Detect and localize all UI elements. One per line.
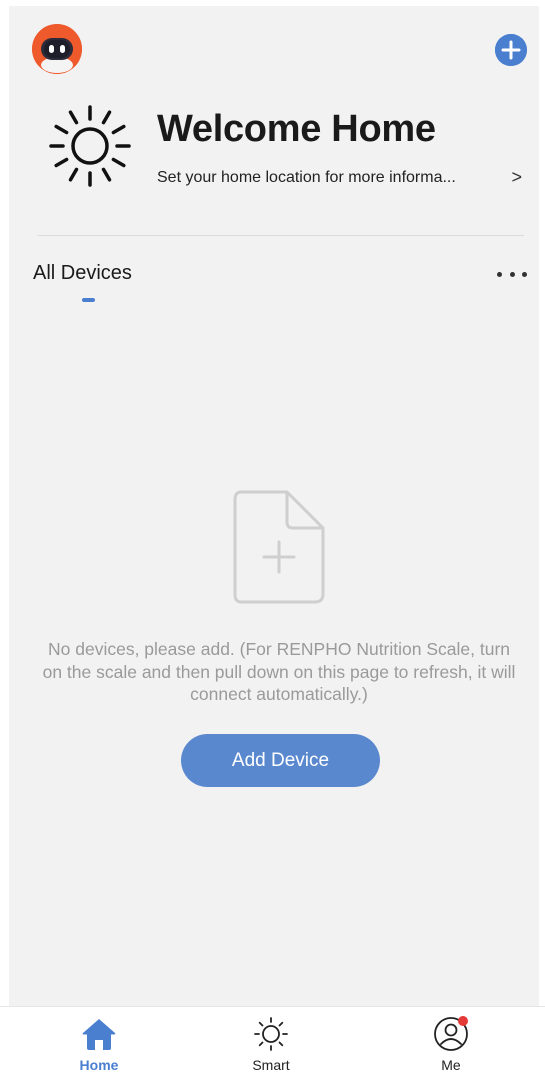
divider	[37, 235, 524, 236]
home-location-text: Set your home location for more informa.…	[157, 168, 456, 186]
robot-avatar-icon[interactable]	[32, 24, 82, 74]
add-button[interactable]	[495, 34, 527, 66]
tab-smart-label: Smart	[252, 1057, 290, 1073]
home-location-link[interactable]: Set your home location for more informa.…	[157, 167, 522, 188]
sun-icon	[254, 1017, 288, 1051]
more-dot	[509, 271, 515, 277]
welcome-title: Welcome Home	[157, 108, 436, 150]
sun-icon	[49, 105, 131, 187]
add-device-button[interactable]: Add Device	[181, 734, 380, 787]
plus-circle-icon	[495, 34, 527, 66]
home-icon	[82, 1019, 116, 1050]
user-icon	[434, 1016, 468, 1051]
more-horizontal-icon[interactable]	[497, 264, 527, 284]
notification-badge	[458, 1016, 468, 1026]
more-dot	[497, 271, 502, 277]
bottom-tab-bar: Home Smart Me	[0, 1006, 545, 1074]
tab-home[interactable]: Home	[44, 1007, 154, 1075]
tab-all-devices[interactable]: All Devices	[33, 262, 132, 285]
home-screen: Welcome Home Set your home location for …	[9, 6, 539, 1006]
tab-home-label: Home	[79, 1057, 119, 1073]
tab-me[interactable]: Me	[396, 1007, 506, 1075]
empty-file-add-icon	[233, 490, 325, 604]
chevron-right-icon: >	[511, 167, 522, 187]
tab-me-label: Me	[441, 1057, 461, 1073]
tab-smart[interactable]: Smart	[216, 1007, 326, 1075]
active-tab-indicator	[82, 298, 95, 302]
more-dot	[522, 271, 527, 277]
empty-state-message: No devices, please add. (For RENPHO Nutr…	[42, 639, 516, 704]
